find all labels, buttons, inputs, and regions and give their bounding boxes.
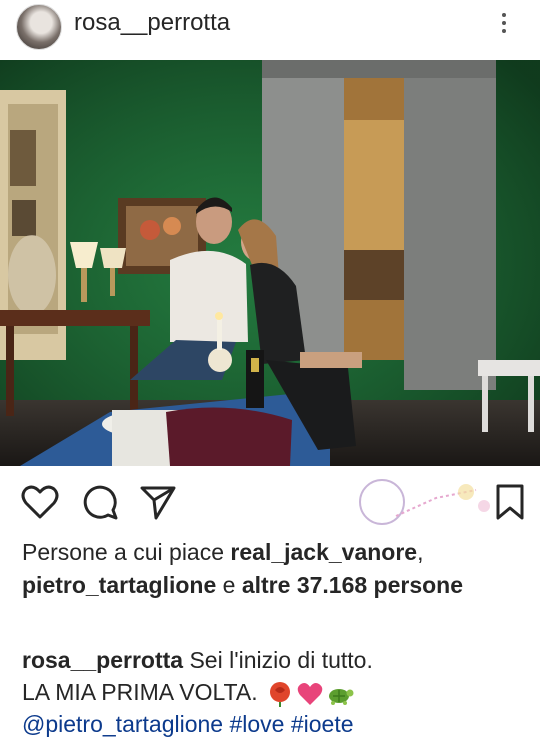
photo-illustration	[0, 60, 540, 466]
liked-by-user-1[interactable]: real_jack_vanore	[230, 539, 417, 565]
likes-conjunction: e	[216, 572, 242, 598]
comment-bubble-icon[interactable]	[80, 482, 120, 522]
hashtag-love[interactable]: #love	[229, 711, 284, 737]
likes-summary: Persone a cui piace real_jack_vanore, pi…	[22, 536, 522, 602]
post-header: rosa__perrotta	[0, 0, 540, 60]
caption-author[interactable]: rosa__perrotta	[22, 647, 183, 673]
likes-others-link[interactable]: altre 37.168 persone	[242, 572, 463, 598]
post-caption: rosa__perrotta Sei l'inizio di tutto. LA…	[22, 644, 522, 740]
heart-icon[interactable]	[20, 482, 60, 522]
send-arrow-icon[interactable]	[138, 482, 178, 522]
avatar[interactable]	[16, 4, 62, 50]
caption-mention[interactable]: @pietro_tartaglione	[22, 711, 223, 737]
post-photo[interactable]	[0, 60, 540, 466]
likes-separator: ,	[417, 539, 424, 565]
heart-emoji-icon	[297, 682, 323, 705]
liked-by-user-2[interactable]: pietro_tartaglione	[22, 572, 216, 598]
turtle-emoji-icon	[329, 688, 354, 705]
rose-emoji-icon	[270, 681, 291, 707]
post-username[interactable]: rosa__perrotta	[74, 9, 230, 37]
bookmark-icon[interactable]	[490, 482, 530, 522]
action-bar	[0, 466, 540, 536]
caption-text-line2: LA MIA PRIMA VOLTA.	[22, 679, 265, 705]
likes-prefix: Persone a cui piace	[22, 539, 231, 565]
more-options-icon[interactable]	[496, 10, 512, 36]
watermark-logo	[356, 476, 496, 528]
hashtag-ioete[interactable]: #ioete	[291, 711, 354, 737]
caption-text-line1: Sei l'inizio di tutto.	[183, 647, 373, 673]
